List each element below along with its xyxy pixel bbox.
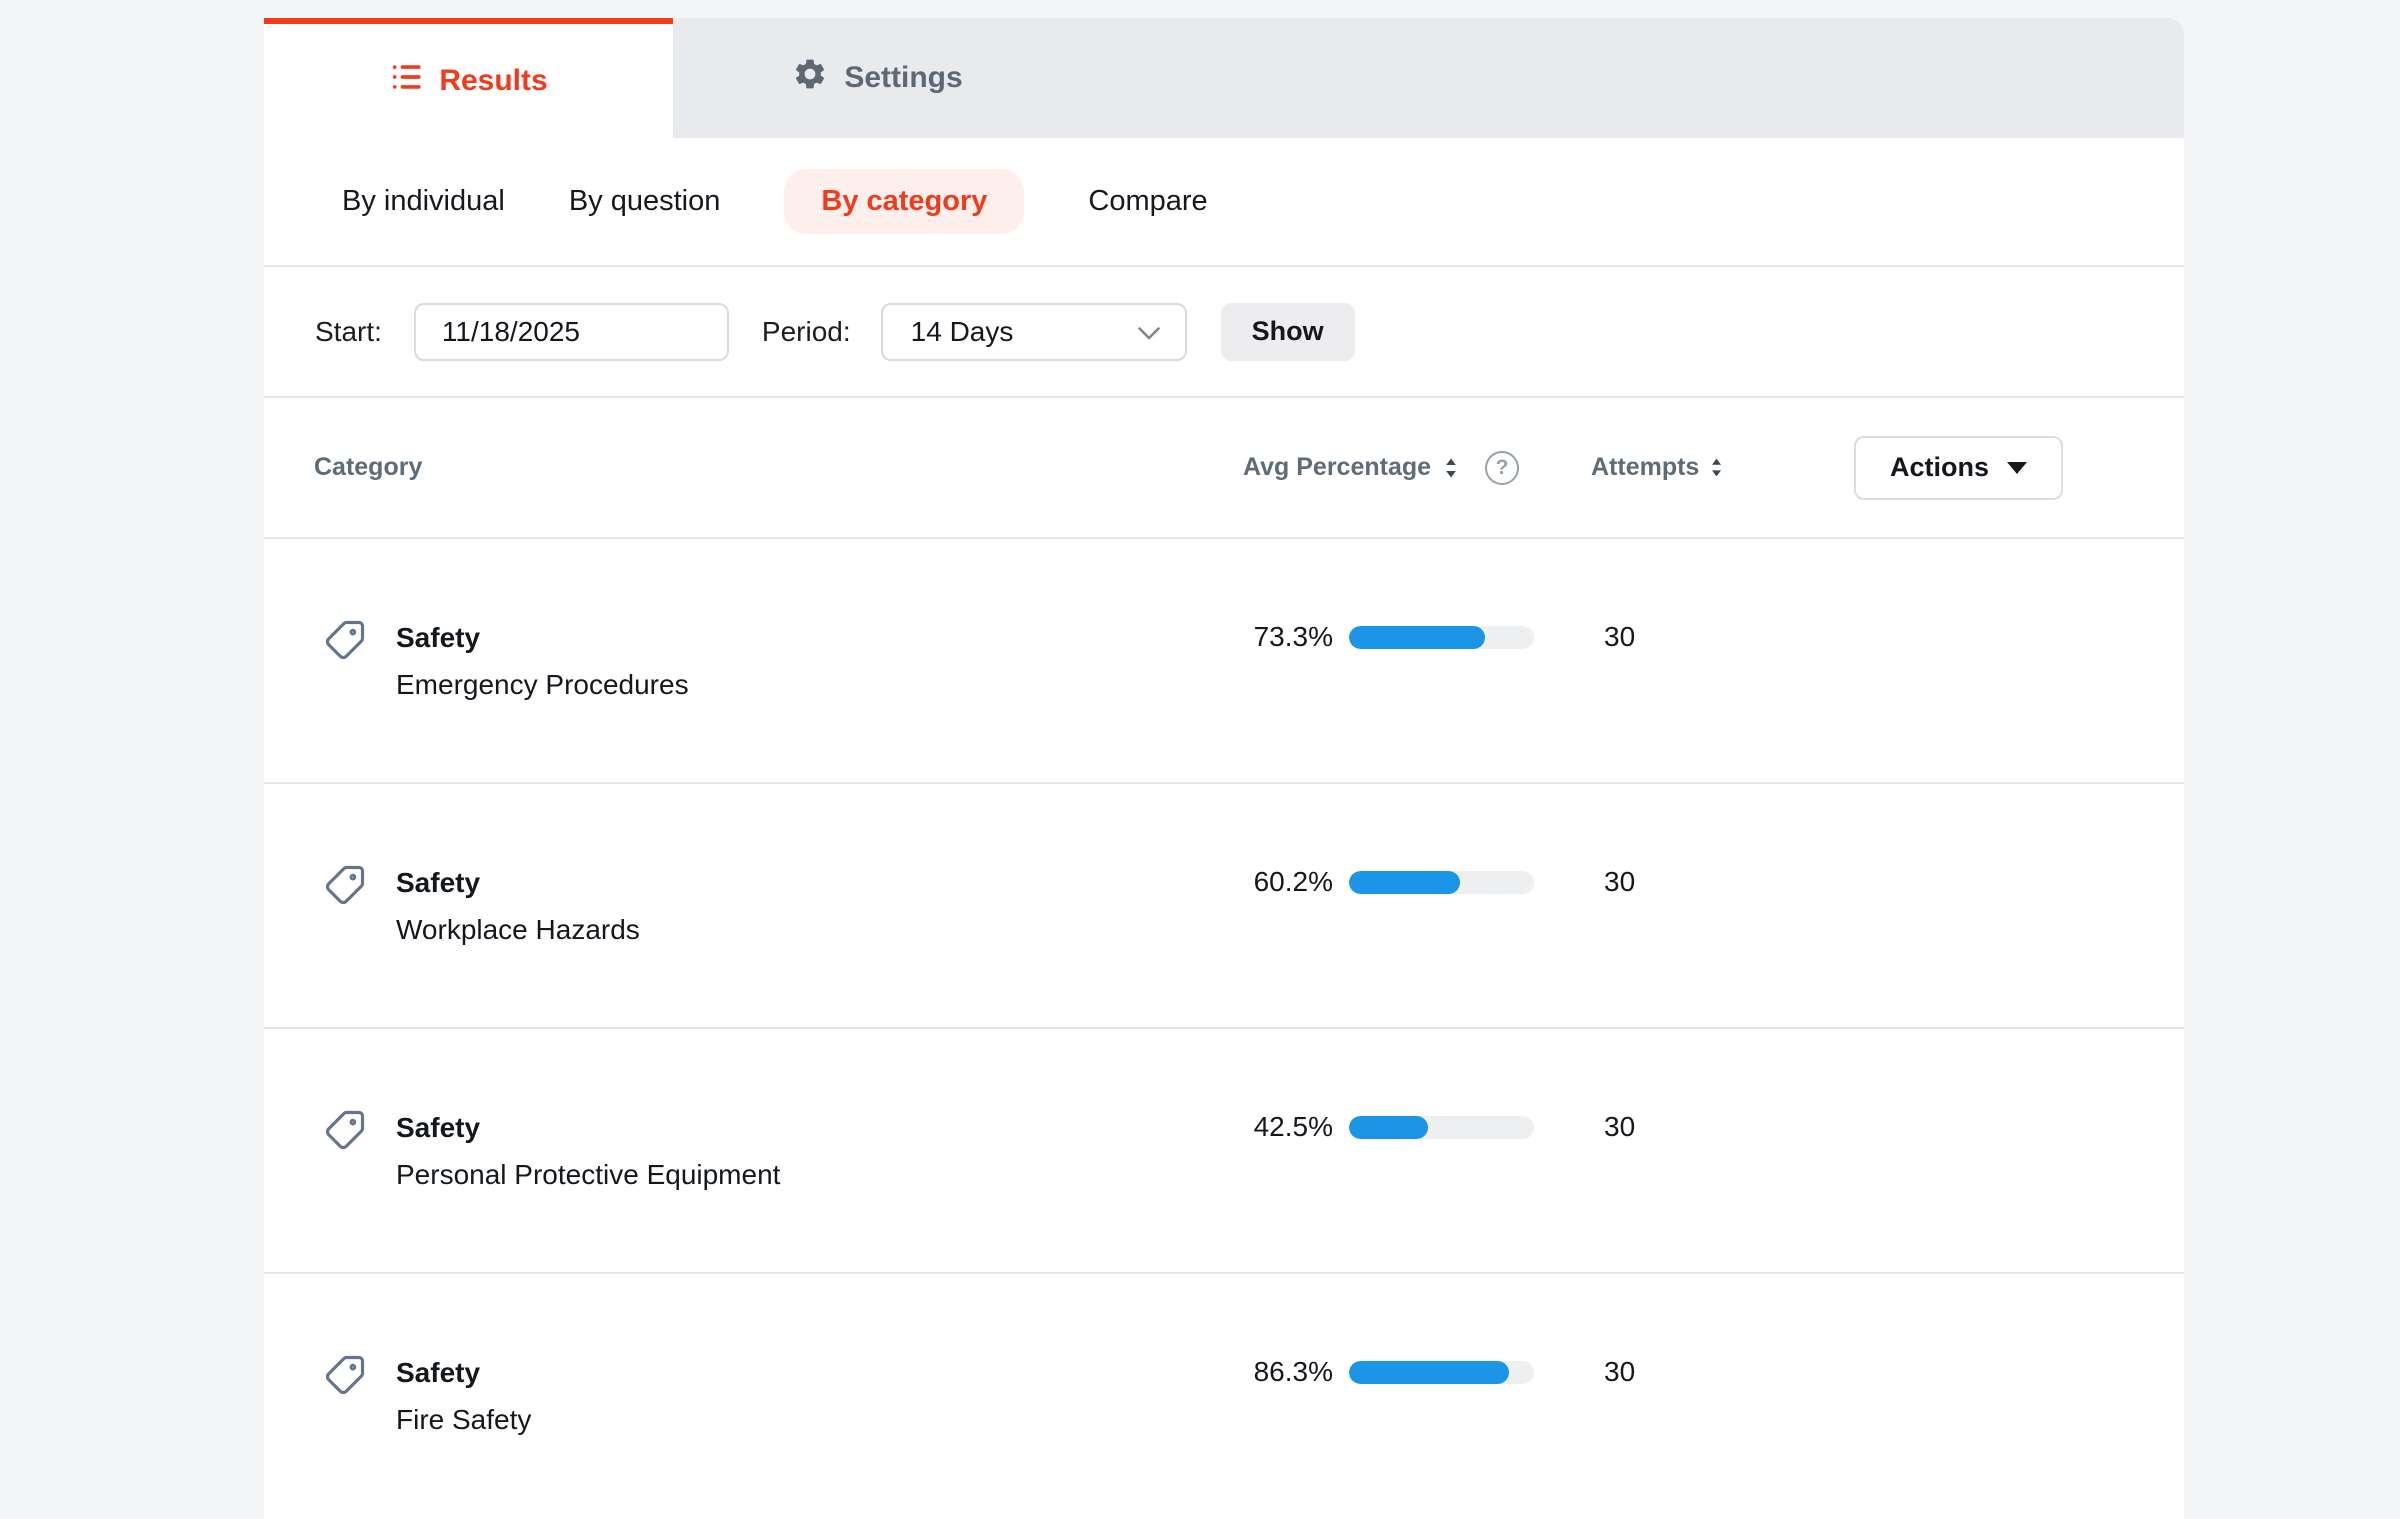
- progress-track: [1349, 626, 1534, 649]
- list-icon: [389, 60, 423, 102]
- progress-fill: [1349, 1361, 1509, 1384]
- tab-bar: Results Settings: [264, 18, 2184, 138]
- category-text: Safety Fire Safety: [396, 1349, 531, 1443]
- progress-fill: [1349, 1116, 1428, 1139]
- filter-row: Start: Period: 14 Days Show: [264, 267, 2184, 398]
- category-table-body: Safety Emergency Procedures 73.3% 30 Saf…: [264, 539, 2184, 1519]
- tab-settings-label: Settings: [844, 61, 962, 95]
- progress-track: [1349, 1116, 1534, 1139]
- category-cell: Safety Emergency Procedures: [314, 614, 1213, 708]
- view-subtabs: By individual By question By category Co…: [264, 138, 2184, 267]
- table-row[interactable]: Safety Fire Safety 86.3% 30: [264, 1274, 2184, 1519]
- sort-icon[interactable]: [1709, 457, 1724, 478]
- table-row[interactable]: Safety Workplace Hazards 60.2% 30: [264, 784, 2184, 1029]
- progress-bar-cell: [1333, 859, 1534, 894]
- progress-fill: [1349, 626, 1485, 649]
- table-row[interactable]: Safety Personal Protective Equipment 42.…: [264, 1029, 2184, 1274]
- subtab-by-individual[interactable]: By individual: [342, 185, 505, 218]
- category-text: Safety Emergency Procedures: [396, 614, 689, 708]
- subtab-by-category[interactable]: By category: [784, 169, 1024, 234]
- attempts-value: 30: [1534, 1104, 1854, 1150]
- tab-results[interactable]: Results: [264, 18, 673, 138]
- results-panel: Results Settings By individual By questi…: [264, 18, 2184, 1519]
- progress-bar-cell: [1333, 1104, 1534, 1139]
- help-icon[interactable]: ?: [1485, 451, 1519, 485]
- sort-icon[interactable]: [1443, 457, 1459, 479]
- category-name: Emergency Procedures: [396, 661, 689, 708]
- subtab-compare[interactable]: Compare: [1088, 185, 1207, 218]
- category-cell: Safety Personal Protective Equipment: [314, 1104, 1213, 1198]
- avg-percentage-value: 42.5%: [1213, 1104, 1333, 1150]
- period-select-value: 14 Days: [911, 316, 1014, 348]
- progress-track: [1349, 1361, 1534, 1384]
- category-cell: Safety Workplace Hazards: [314, 859, 1213, 953]
- category-name: Workplace Hazards: [396, 906, 640, 953]
- category-group: Safety: [396, 1349, 531, 1396]
- tab-settings[interactable]: Settings: [673, 18, 1082, 138]
- tag-icon: [324, 618, 366, 708]
- chevron-down-icon: [1137, 316, 1161, 348]
- tag-icon: [324, 1353, 366, 1443]
- category-text: Safety Personal Protective Equipment: [396, 1104, 780, 1198]
- actions-button-label: Actions: [1890, 452, 1989, 483]
- attempts-value: 30: [1534, 859, 1854, 905]
- avg-percentage-value: 73.3%: [1213, 614, 1333, 660]
- header-avg-percentage-label: Avg Percentage: [1243, 453, 1431, 482]
- table-header: Category Avg Percentage ? Attempts Actio: [264, 398, 2184, 539]
- avg-percentage-value: 86.3%: [1213, 1349, 1333, 1395]
- attempts-value: 30: [1534, 1349, 1854, 1395]
- category-group: Safety: [396, 1104, 780, 1151]
- category-name: Personal Protective Equipment: [396, 1151, 780, 1198]
- start-date-input[interactable]: [414, 303, 729, 361]
- tag-icon: [324, 1108, 366, 1198]
- progress-track: [1349, 871, 1534, 894]
- header-category: Category: [314, 453, 1213, 482]
- header-actions-cell: Actions: [1854, 436, 2134, 500]
- help-icon-glyph: ?: [1496, 456, 1509, 480]
- header-avg-percentage[interactable]: Avg Percentage ?: [1213, 451, 1534, 485]
- progress-bar-cell: [1333, 1349, 1534, 1384]
- attempts-value: 30: [1534, 614, 1854, 660]
- category-group: Safety: [396, 859, 640, 906]
- period-label: Period:: [762, 316, 851, 348]
- category-name: Fire Safety: [396, 1396, 531, 1443]
- category-group: Safety: [396, 614, 689, 661]
- subtab-by-question[interactable]: By question: [569, 185, 721, 218]
- actions-button[interactable]: Actions: [1854, 436, 2063, 500]
- progress-bar-cell: [1333, 614, 1534, 649]
- header-attempts-label: Attempts: [1591, 453, 1699, 482]
- show-button[interactable]: Show: [1221, 303, 1355, 361]
- period-select[interactable]: 14 Days: [881, 303, 1187, 361]
- category-cell: Safety Fire Safety: [314, 1349, 1213, 1443]
- tag-icon: [324, 863, 366, 953]
- avg-percentage-value: 60.2%: [1213, 859, 1333, 905]
- tab-results-label: Results: [439, 64, 547, 98]
- gear-icon: [792, 56, 828, 100]
- caret-down-icon: [2007, 462, 2027, 474]
- header-attempts[interactable]: Attempts: [1534, 453, 1854, 482]
- category-text: Safety Workplace Hazards: [396, 859, 640, 953]
- table-row[interactable]: Safety Emergency Procedures 73.3% 30: [264, 539, 2184, 784]
- start-label: Start:: [315, 316, 382, 348]
- progress-fill: [1349, 871, 1460, 894]
